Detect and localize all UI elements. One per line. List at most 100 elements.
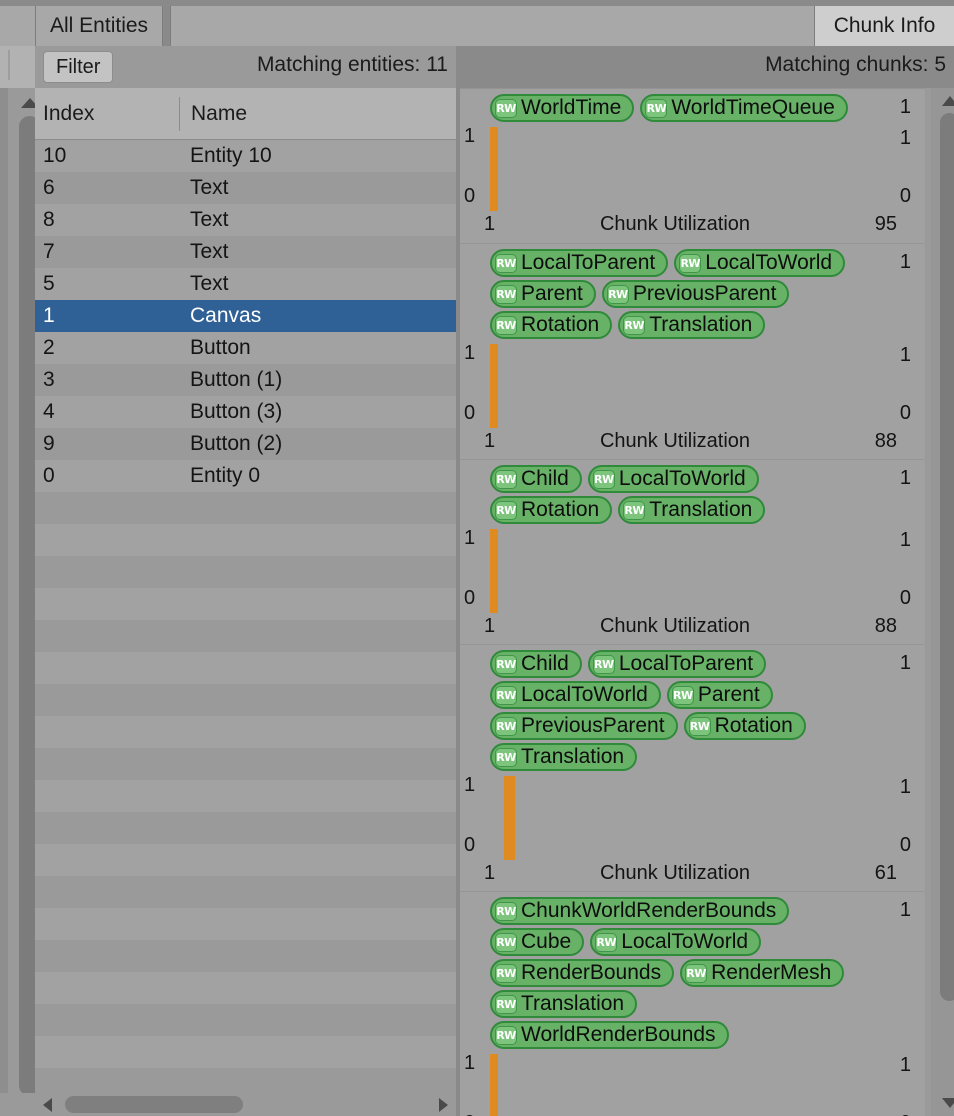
chunk-block[interactable]: RWWorldTimeRWWorldTimeQueue 1 1010195Chunk… [460,89,925,243]
chunk-list-vertical-scrollbar[interactable] [925,88,954,1116]
entity-row-empty[interactable] [35,492,456,524]
scroll-left-arrow-icon[interactable] [43,1098,52,1112]
component-chip[interactable]: RWChild [490,650,582,678]
scroll-right-arrow-icon[interactable] [439,1098,448,1112]
component-chip[interactable]: RWLocalToWorld [590,928,761,956]
entity-row-empty[interactable] [35,844,456,876]
component-chip[interactable]: RWWorldRenderBounds [490,1021,729,1049]
entity-row[interactable]: 2Button [35,332,456,364]
chunk-entity-count: 1 [900,899,911,922]
component-chip[interactable]: RWRotation [684,712,806,740]
chunk-list-scroll-track[interactable] [931,88,954,1116]
tab-bar-spacer [170,6,814,46]
read-write-badge-icon: RW [495,902,517,921]
filter-button[interactable]: Filter [43,51,113,83]
entity-row-name: Text [179,240,229,264]
component-chip[interactable]: RWWorldTime [490,94,634,122]
component-chip[interactable]: RWParent [667,681,773,709]
matching-chunks-count: Matching chunks: 5 [765,53,946,77]
chunk-entity-count: 1 [900,96,911,119]
entity-row-empty[interactable] [35,908,456,940]
component-chip[interactable]: RWWorldTimeQueue [640,94,847,122]
tab-all-entities[interactable]: All Entities [35,6,163,46]
chunk-entity-count: 1 [900,467,911,490]
component-chip[interactable]: RWLocalToParent [490,249,668,277]
entity-list-hscroll-thumb[interactable] [65,1096,243,1113]
entity-row[interactable]: 8Text [35,204,456,236]
entity-row[interactable]: 5Text [35,268,456,300]
read-write-badge-icon: RW [495,655,517,674]
component-chip[interactable]: RWRotation [490,496,612,524]
entity-row-name: Button (1) [179,368,282,392]
component-chip[interactable]: RWRenderMesh [680,959,844,987]
entity-row-empty[interactable] [35,716,456,748]
component-chip[interactable]: RWCube [490,928,584,956]
chunk-component-list: RWChildRWLocalToParent RWLocalToWorldRWPa… [460,645,925,771]
chunk-component-row: RWLocalToWorldRWParent [490,681,925,709]
column-header-name[interactable]: Name [180,102,247,126]
component-chip[interactable]: RWTranslation [490,743,637,771]
entity-row-empty[interactable] [35,1036,456,1068]
entity-row-empty[interactable] [35,1004,456,1036]
graph-right-min: 0 [900,185,911,208]
component-chip[interactable]: RWLocalToWorld [674,249,845,277]
component-chip[interactable]: RWLocalToWorld [490,681,661,709]
component-chip-label: Translation [649,313,752,337]
entity-row-empty[interactable] [35,588,456,620]
chunk-utilization-graph: 1010195Chunk Utilization [460,125,925,243]
chunk-block[interactable]: RWLocalToParentRWLocalToWorld RWParentRWP… [460,243,925,459]
component-chip[interactable]: RWPreviousParent [602,280,790,308]
entity-row[interactable]: 9Button (2) [35,428,456,460]
component-chip[interactable]: RWChunkWorldRenderBounds [490,897,789,925]
entity-row-empty[interactable] [35,524,456,556]
component-chip-label: LocalToWorld [619,467,746,491]
entity-row[interactable]: 10Entity 10 [35,140,456,172]
component-chip[interactable]: RWTranslation [618,496,765,524]
read-write-badge-icon: RW [685,964,707,983]
chunk-block[interactable]: RWChildRWLocalToParent RWLocalToWorldRWPa… [460,644,925,891]
entity-row[interactable]: 3Button (1) [35,364,456,396]
component-chip[interactable]: RWRotation [490,311,612,339]
entity-list-scroll-track[interactable] [8,88,35,1116]
entity-row-empty[interactable] [35,972,456,1004]
entity-row-empty[interactable] [35,748,456,780]
entity-row-empty[interactable] [35,780,456,812]
component-chip-label: Rotation [715,714,793,738]
column-header-index[interactable]: Index [35,102,179,126]
graph-y-axis-min: 0 [464,1112,475,1116]
entity-row[interactable]: 6Text [35,172,456,204]
chunk-list-scroll-thumb[interactable] [940,113,954,1001]
component-chip[interactable]: RWParent [490,280,596,308]
scroll-down-arrow-icon[interactable] [942,1098,954,1108]
tab-chunk-info[interactable]: Chunk Info [814,6,954,46]
component-chip[interactable]: RWChild [490,465,582,493]
component-chip[interactable]: RWPreviousParent [490,712,678,740]
chunk-component-list: RWChildRWLocalToWorld RWRotationRWTransla… [460,460,925,524]
chunk-utilization-graph: 1010188Chunk Utilization [460,527,925,645]
scroll-up-arrow-icon[interactable] [942,96,954,106]
entity-list-horizontal-scrollbar[interactable] [35,1093,456,1116]
component-chip[interactable]: RWTranslation [490,990,637,1018]
chunk-block[interactable]: RWChunkWorldRenderBounds RWCubeRWLocalToW… [460,891,925,1116]
component-chip[interactable]: RWLocalToParent [588,650,766,678]
entity-row[interactable]: 7Text [35,236,456,268]
entity-row-empty[interactable] [35,940,456,972]
component-chip-label: Child [521,467,569,491]
entity-row-empty[interactable] [35,876,456,908]
entity-row-empty[interactable] [35,652,456,684]
entity-row[interactable]: 4Button (3) [35,396,456,428]
read-write-badge-icon: RW [495,285,517,304]
chunk-block[interactable]: RWChildRWLocalToWorld RWRotationRWTransla… [460,459,925,644]
entity-row-empty[interactable] [35,620,456,652]
entity-row[interactable]: 1Canvas [35,300,456,332]
entity-row-empty[interactable] [35,556,456,588]
entity-row-empty[interactable] [35,812,456,844]
component-chip[interactable]: RWTranslation [618,311,765,339]
entity-row[interactable]: 0Entity 0 [35,460,456,492]
chunk-component-row: RWRotationRWTranslation [490,496,925,524]
entity-row-empty[interactable] [35,684,456,716]
component-chip[interactable]: RWRenderBounds [490,959,674,987]
entity-list-vertical-scrollbar[interactable] [0,88,35,1116]
entity-list-scroll-corner [0,1093,35,1116]
component-chip[interactable]: RWLocalToWorld [588,465,759,493]
